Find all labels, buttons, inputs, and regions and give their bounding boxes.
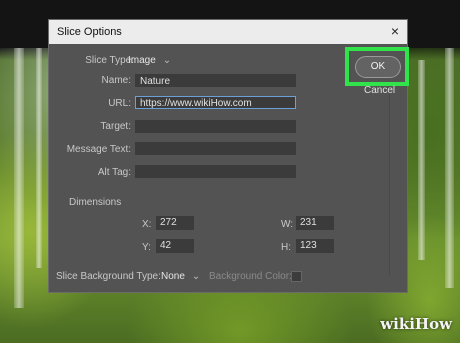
alt-tag-label: Alt Tag: <box>97 167 131 178</box>
target-label: Target: <box>100 121 131 132</box>
target-field[interactable] <box>135 120 296 133</box>
x-label: X: <box>142 219 152 230</box>
background-color-label: Background Color: <box>209 271 292 282</box>
dimensions-heading: Dimensions <box>69 197 122 208</box>
w-label: W: <box>281 219 294 230</box>
background-type-label: Slice Background Type: <box>56 271 161 282</box>
slice-type-select[interactable]: Image ⌄ <box>128 55 171 66</box>
background-type-value: None <box>161 271 185 282</box>
dialog-title: Slice Options <box>57 26 122 38</box>
chevron-down-icon: ⌄ <box>162 55 172 66</box>
name-field[interactable]: Nature <box>135 74 296 87</box>
dialog-titlebar: Slice Options × <box>49 20 407 44</box>
url-label: URL: <box>108 98 131 109</box>
slice-type-value: Image <box>128 55 156 66</box>
w-field[interactable]: 231 <box>296 216 334 230</box>
message-text-label: Message Text: <box>66 144 131 155</box>
wikihow-watermark: wikiHow <box>380 315 452 333</box>
close-icon[interactable]: × <box>391 23 399 39</box>
cancel-button[interactable]: Cancel <box>364 85 395 96</box>
background-type-select[interactable]: None ⌄ <box>161 271 200 282</box>
alt-tag-field[interactable] <box>135 165 296 178</box>
x-field[interactable]: 272 <box>156 216 194 230</box>
y-label: Y: <box>142 242 151 253</box>
slice-type-label: Slice Type: <box>85 55 134 66</box>
url-field[interactable]: https://www.wikiHow.com <box>135 96 296 109</box>
y-field[interactable]: 42 <box>156 239 194 253</box>
name-label: Name: <box>101 75 131 86</box>
chevron-down-icon: ⌄ <box>191 271 201 282</box>
background-color-swatch[interactable] <box>291 271 302 282</box>
ok-button[interactable]: OK <box>355 56 401 78</box>
h-field[interactable]: 123 <box>296 239 334 253</box>
h-label: H: <box>281 242 291 253</box>
message-text-field[interactable] <box>135 142 296 155</box>
